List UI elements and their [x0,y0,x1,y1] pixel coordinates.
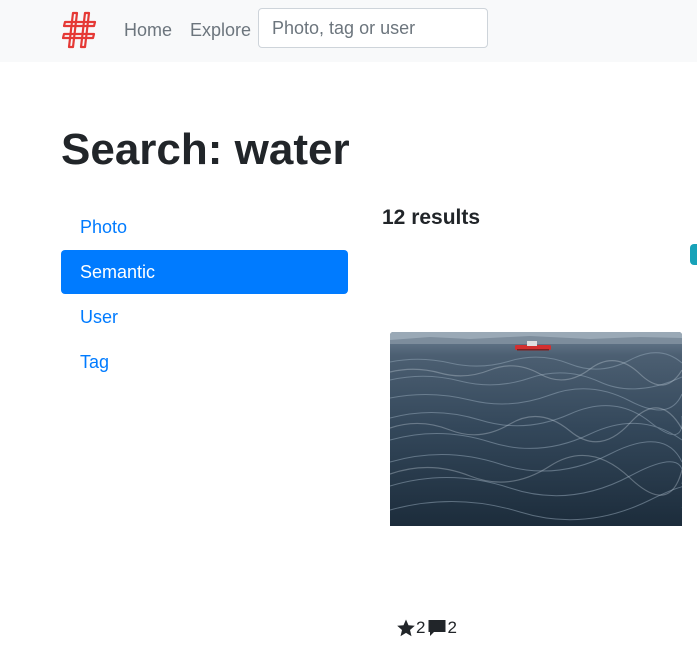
search-type-nav: Photo Semantic User Tag [61,205,348,385]
top-navbar: Home Explore [0,0,697,62]
result-stats: 2 2 [396,617,459,639]
star-icon[interactable] [396,618,416,638]
page-title: Search: water [61,125,350,174]
search-type-user[interactable]: User [61,295,348,339]
search-type-photo[interactable]: Photo [61,205,348,249]
result-photo[interactable] [390,332,682,526]
side-tab-handle[interactable] [690,244,697,265]
search-type-tag[interactable]: Tag [61,340,348,384]
nav-link-explore[interactable]: Explore [190,19,251,41]
result-card[interactable] [390,332,682,526]
hashtag-logo-icon[interactable] [62,10,98,50]
nav-link-home[interactable]: Home [124,19,172,41]
search-type-semantic[interactable]: Semantic [61,250,348,294]
star-count: 2 [416,618,426,637]
comment-icon[interactable] [427,618,447,638]
comment-count: 2 [447,618,457,637]
search-input[interactable] [258,8,488,48]
results-count: 12 results [382,206,481,229]
